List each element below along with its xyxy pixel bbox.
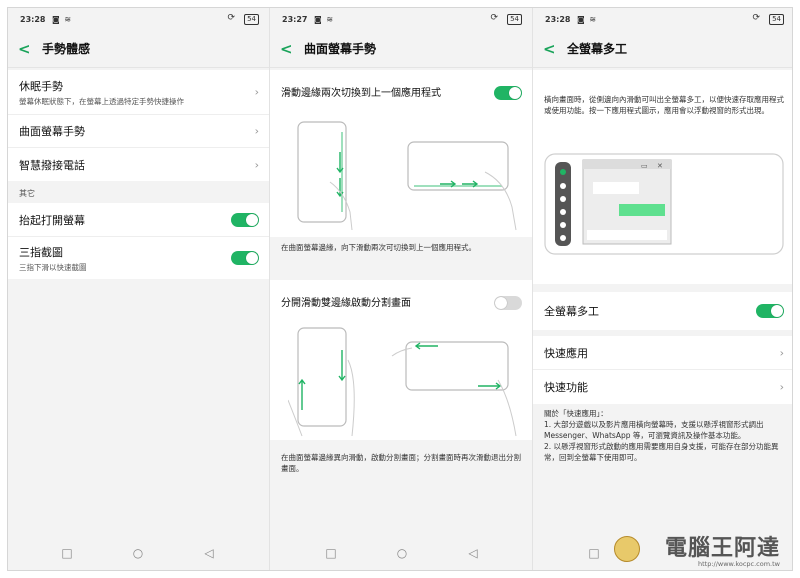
quick-list: 快速應用 › 快速功能 › <box>533 336 792 404</box>
header: < 手勢體感 <box>8 30 269 68</box>
chevron-right-icon: › <box>254 158 259 171</box>
watermark-mascot-icon <box>614 536 640 562</box>
item-subtitle: 三指下滑以快速截圖 <box>19 262 87 272</box>
toggle-row-multitask: 全螢幕多工 <box>533 292 792 330</box>
battery-icon: 54 <box>244 14 259 25</box>
recents-square-icon[interactable]: □ <box>324 546 338 560</box>
battery-icon: 54 <box>769 14 784 25</box>
back-triangle-icon[interactable]: ◁ <box>202 546 216 560</box>
chevron-right-icon: › <box>779 346 784 359</box>
section-label: 其它 <box>19 189 35 198</box>
item-title: 智慧撥接電話 <box>19 158 85 172</box>
chevron-right-icon: › <box>779 380 784 394</box>
multitask-toggle[interactable] <box>756 304 784 318</box>
rotation-icon: ⟳ <box>752 13 760 23</box>
other-list: 抬起打開螢幕 三指截圖 三指下滑以快速截圖 <box>8 203 269 279</box>
header: < 全螢幕多工 <box>533 30 792 68</box>
svg-text:✕: ✕ <box>657 162 663 170</box>
three-finger-screenshot-toggle[interactable] <box>231 251 259 265</box>
rotation-icon: ⟳ <box>490 13 498 23</box>
notes-heading: 關於「快速應用」： <box>544 409 608 418</box>
toggle-row-raise-to-wake: 抬起打開螢幕 <box>8 203 269 237</box>
home-circle-icon[interactable]: ○ <box>395 546 409 560</box>
phone-screen-multitask: 23:28 ◙ ≋ ⟳ 54 < 全螢幕多工 橫向畫面時，從側邊向內滑動可叫出全… <box>532 8 792 570</box>
status-bar: 23:27 ◙ ≋ ⟳ 54 <box>270 8 532 30</box>
page-title: 曲面螢幕手勢 <box>304 42 377 56</box>
notes-line-2: 2. 以懸浮視窗形式啟動的應用需要應用自身支援，可能存在部分功能異常，回到全螢幕… <box>544 442 779 462</box>
item-subtitle: 螢幕休眠狀態下，在螢幕上透過特定手勢快捷操作 <box>19 96 184 106</box>
list-item-quick-functions[interactable]: 快速功能 › <box>533 370 792 404</box>
split-screen-toggle[interactable] <box>494 296 522 310</box>
phone-screen-gestures: 23:28 ◙ ≋ ⟳ 54 < 手勢體感 休眠手勢 螢幕休眠狀態下，在螢幕上透… <box>8 8 269 570</box>
notes-line-1: 1. 大部分遊戲以及影片應用橫向螢幕時，支援以懸浮視窗形式調出 Messenge… <box>544 420 764 440</box>
switch-app-toggle[interactable] <box>494 86 522 100</box>
switch-app-illustration <box>297 121 517 231</box>
notification-icons: ◙ ≋ <box>52 15 73 24</box>
notification-icons: ◙ ≋ <box>314 15 335 24</box>
page-title: 全螢幕多工 <box>567 42 628 56</box>
status-time: 23:27 <box>282 15 308 24</box>
item-title: 全螢幕多工 <box>544 305 599 318</box>
feature-description: 在曲面螢幕邊緣，向下滑動兩次可切換到上一個應用程式。 <box>281 243 476 252</box>
list-item-smart-call[interactable]: 智慧撥接電話 › <box>8 148 269 181</box>
item-title: 休眠手勢 <box>19 79 63 93</box>
multitask-illustration: ▭ ✕ <box>544 153 784 255</box>
status-time: 23:28 <box>20 15 46 24</box>
status-bar: 23:28 ◙ ≋ ⟳ 54 <box>8 8 269 30</box>
item-title: 抬起打開螢幕 <box>19 213 85 227</box>
recents-square-icon[interactable]: □ <box>587 546 601 560</box>
screenshot-frame: 23:28 ◙ ≋ ⟳ 54 < 手勢體感 休眠手勢 螢幕休眠狀態下，在螢幕上透… <box>7 7 793 571</box>
page-title: 手勢體感 <box>42 42 91 56</box>
feature-title: 分開滑動雙邊緣啟動分割畫面 <box>281 298 411 309</box>
notification-icons: ◙ ≋ <box>577 15 598 24</box>
intro-card: 橫向畫面時，從側邊向內滑動可叫出全螢幕多工，以便快速存取應用程式或使用功能。按一… <box>533 70 792 284</box>
item-title: 三指截圖 <box>19 245 63 259</box>
svg-text:▭: ▭ <box>641 162 648 170</box>
list-item-curved-screen-gesture[interactable]: 曲面螢幕手勢 › <box>8 115 269 148</box>
header: < 曲面螢幕手勢 <box>270 30 532 68</box>
recents-square-icon[interactable]: □ <box>60 546 74 560</box>
feature-card-switch-app: 滑動邊緣兩次切換到上一個應用程式 <box>270 70 532 237</box>
status-time: 23:28 <box>545 15 571 24</box>
list-item-quick-apps[interactable]: 快速應用 › <box>533 336 792 370</box>
raise-to-wake-toggle[interactable] <box>231 212 259 227</box>
watermark-url: http://www.kocpc.com.tw <box>698 560 780 568</box>
status-bar: 23:28 ◙ ≋ ⟳ 54 <box>533 8 792 30</box>
list-item-sleep-gesture[interactable]: 休眠手勢 螢幕休眠狀態下，在螢幕上透過特定手勢快捷操作 › <box>8 70 269 115</box>
item-title: 快速功能 <box>544 381 588 394</box>
home-circle-icon[interactable]: ○ <box>131 546 145 560</box>
feature-card-split-screen: 分開滑動雙邊緣啟動分割畫面 <box>270 280 532 440</box>
navigation-bar: □ ○ ◁ <box>8 536 269 570</box>
feature-title: 滑動邊緣兩次切換到上一個應用程式 <box>281 88 441 99</box>
multitask-toggle-card: 全螢幕多工 <box>533 292 792 330</box>
chevron-right-icon: › <box>254 85 259 99</box>
item-title: 曲面螢幕手勢 <box>19 125 85 138</box>
battery-icon: 54 <box>507 14 522 25</box>
split-screen-illustration <box>288 327 517 437</box>
back-arrow-icon[interactable]: < <box>543 40 561 58</box>
toggle-row-three-finger-screenshot: 三指截圖 三指下滑以快速截圖 <box>8 237 269 279</box>
navigation-bar: □ ○ ◁ <box>270 536 532 570</box>
phone-screen-curved-gestures: 23:27 ◙ ≋ ⟳ 54 < 曲面螢幕手勢 滑動邊緣兩次切換到上一個應用程式 <box>269 8 532 570</box>
intro-text: 橫向畫面時，從側邊向內滑動可叫出全螢幕多工，以便快速存取應用程式或使用功能。按一… <box>544 95 784 115</box>
feature-description: 在曲面螢幕邊緣異向滑動，啟動分割畫面；分割畫面時再次滑動退出分割畫面。 <box>281 453 521 473</box>
gesture-list: 休眠手勢 螢幕休眠狀態下，在螢幕上透過特定手勢快捷操作 › 曲面螢幕手勢 › 智… <box>8 70 269 181</box>
back-triangle-icon[interactable]: ◁ <box>466 546 480 560</box>
rotation-icon: ⟳ <box>227 13 235 23</box>
watermark-logo: 電腦王阿達 <box>664 536 780 561</box>
notes: 關於「快速應用」： 1. 大部分遊戲以及影片應用橫向螢幕時，支援以懸浮視窗形式調… <box>544 408 788 463</box>
chevron-right-icon: › <box>254 124 259 138</box>
back-arrow-icon[interactable]: < <box>18 40 36 58</box>
back-arrow-icon[interactable]: < <box>280 40 298 58</box>
item-title: 快速應用 <box>544 346 588 360</box>
